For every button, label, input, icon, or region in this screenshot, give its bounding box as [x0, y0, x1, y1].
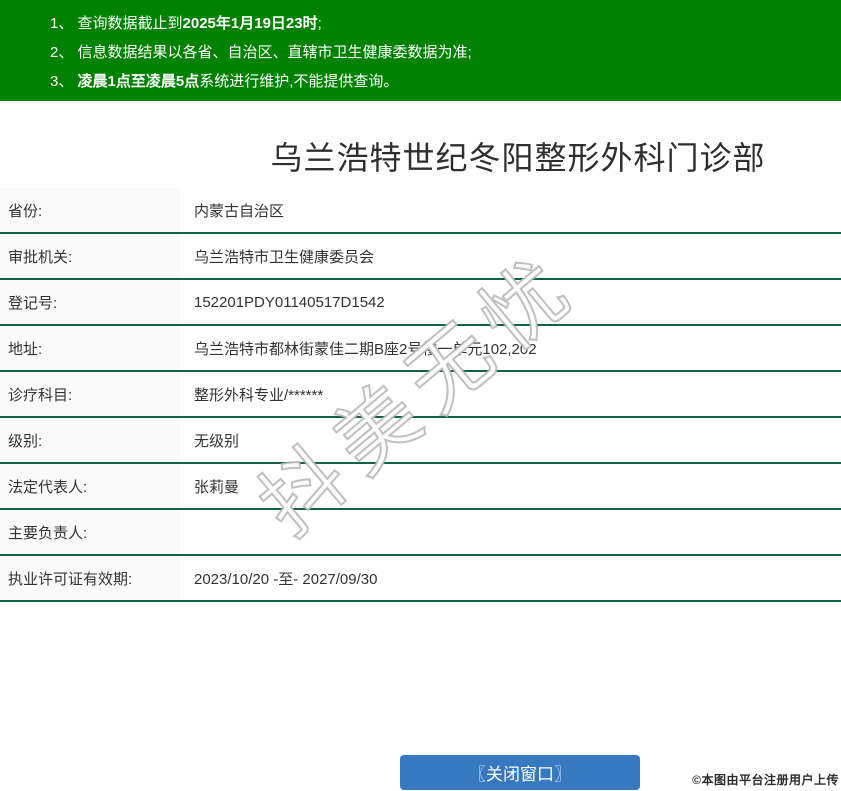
page-title: 乌兰浩特世纪冬阳整形外科门诊部	[195, 133, 841, 179]
field-label: 诊疗科目:	[0, 372, 180, 416]
field-value	[180, 510, 841, 554]
field-value: 乌兰浩特市卫生健康委员会	[180, 234, 841, 278]
table-row-license-validity: 执业许可证有效期: 2023/10/20 -至- 2027/09/30	[0, 556, 841, 602]
field-label: 级别:	[0, 418, 180, 462]
notice-banner: 1、 查询数据截止到2025年1月19日23时; 2、 信息数据结果以各省、自治…	[0, 0, 841, 101]
institution-detail-table: 省份: 内蒙古自治区 审批机关: 乌兰浩特市卫生健康委员会 登记号: 15220…	[0, 188, 841, 602]
notice-text: ;	[318, 15, 322, 32]
table-row-main-person-in-charge: 主要负责人:	[0, 510, 841, 556]
table-row-medical-subjects: 诊疗科目: 整形外科专业/******	[0, 372, 841, 418]
field-value: 乌兰浩特市都林街蒙佳二期B座2号楼一单元102,202	[180, 326, 841, 370]
notice-line-3: 3、 凌晨1点至凌晨5点系统进行维护,不能提供查询。	[50, 67, 831, 96]
field-label: 执业许可证有效期:	[0, 556, 180, 600]
upload-copyright-note: ©本图由平台注册用户上传	[692, 771, 839, 788]
field-label: 法定代表人:	[0, 464, 180, 508]
notice-text: 2、 信息数据结果以各省、自治区、直辖市卫生健康委数据为准;	[50, 44, 472, 61]
table-row-address: 地址: 乌兰浩特市都林街蒙佳二期B座2号楼一单元102,202	[0, 326, 841, 372]
field-value: 张莉曼	[180, 464, 841, 508]
field-value: 内蒙古自治区	[180, 188, 841, 232]
field-label: 主要负责人:	[0, 510, 180, 554]
field-value: 整形外科专业/******	[180, 372, 841, 416]
query-result-page: 1、 查询数据截止到2025年1月19日23时; 2、 信息数据结果以各省、自治…	[0, 0, 841, 791]
field-value: 2023/10/20 -至- 2027/09/30	[180, 556, 841, 600]
field-value: 无级别	[180, 418, 841, 462]
notice-text: 1、 查询数据截止到	[50, 15, 183, 32]
notice-line-2: 2、 信息数据结果以各省、自治区、直辖市卫生健康委数据为准;	[50, 38, 831, 67]
close-window-button[interactable]: 〖关闭窗口〗	[400, 755, 640, 790]
notice-text: 3、	[50, 73, 78, 90]
notice-bold-text: 2025年1月19日23时	[183, 15, 318, 32]
table-row-approval-authority: 审批机关: 乌兰浩特市卫生健康委员会	[0, 234, 841, 280]
table-row-registration-number: 登记号: 152201PDY01140517D1542	[0, 280, 841, 326]
field-label: 登记号:	[0, 280, 180, 324]
notice-text: 系统进行维护,不能提供查询。	[199, 73, 398, 90]
field-label: 地址:	[0, 326, 180, 370]
table-row-province: 省份: 内蒙古自治区	[0, 188, 841, 234]
field-value: 152201PDY01140517D1542	[180, 280, 841, 324]
notice-bold-text: 凌晨1点至凌晨5点	[78, 73, 200, 90]
field-label: 审批机关:	[0, 234, 180, 278]
table-row-legal-representative: 法定代表人: 张莉曼	[0, 464, 841, 510]
notice-line-1: 1、 查询数据截止到2025年1月19日23时;	[50, 9, 831, 38]
field-label: 省份:	[0, 188, 180, 232]
table-row-level: 级别: 无级别	[0, 418, 841, 464]
